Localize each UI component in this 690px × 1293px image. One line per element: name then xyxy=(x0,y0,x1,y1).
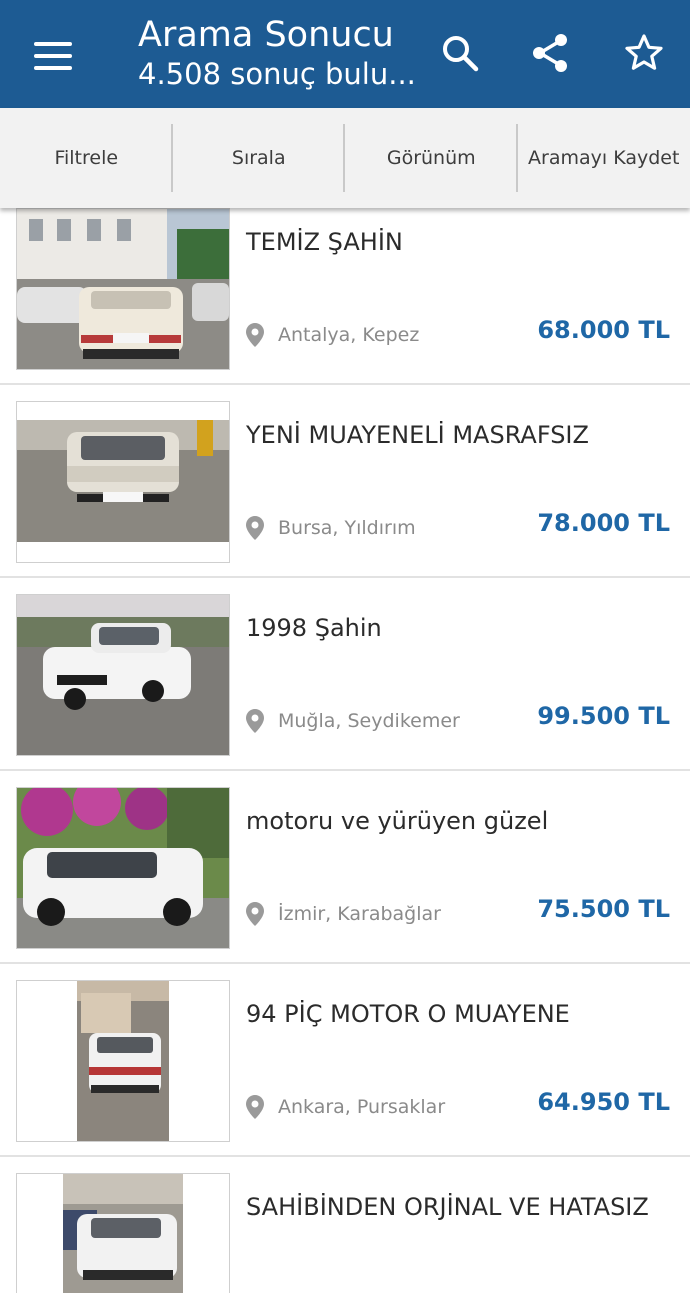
star-icon[interactable] xyxy=(624,33,664,73)
location-text: Ankara, Pursaklar xyxy=(278,1096,446,1118)
title-block: Arama Sonucu 4.508 sonuç bulu... xyxy=(138,14,428,92)
list-item[interactable]: 94 PİÇ MOTOR O MUAYENE Ankara, Pursaklar… xyxy=(0,964,690,1157)
listing-title: YENİ MUAYENELİ MASRAFSIZ xyxy=(246,421,589,449)
location-text: Antalya, Kepez xyxy=(278,324,420,346)
listing-title: TEMİZ ŞAHİN xyxy=(246,228,403,256)
list-item[interactable]: YENİ MUAYENELİ MASRAFSIZ Bursa, Yıldırım… xyxy=(0,385,690,578)
action-bar: Filtrele Sırala Görünüm Aramayı Kaydet xyxy=(0,108,690,208)
tab-view[interactable]: Görünüm xyxy=(345,108,518,208)
listing-photo[interactable] xyxy=(16,980,230,1142)
tab-label: Görünüm xyxy=(386,147,476,169)
location-text: Muğla, Seydikemer xyxy=(278,710,460,732)
listing-price: 64.950 TL xyxy=(537,1088,670,1116)
location-pin-icon xyxy=(246,902,264,926)
location-text: Bursa, Yıldırım xyxy=(278,517,416,539)
listing-location: Muğla, Seydikemer xyxy=(246,709,460,733)
tab-label: Sırala xyxy=(231,147,286,169)
location-pin-icon xyxy=(246,323,264,347)
listing-location: Antalya, Kepez xyxy=(246,323,419,347)
listing-price: 68.000 TL xyxy=(537,316,670,344)
listing-photo[interactable] xyxy=(16,401,230,563)
list-item[interactable]: motoru ve yürüyen güzel İzmir, Karabağla… xyxy=(0,771,690,964)
listing-location: Bursa, Yıldırım xyxy=(246,516,416,540)
search-icon[interactable] xyxy=(440,33,480,73)
app-bar: Arama Sonucu 4.508 sonuç bulu... xyxy=(0,0,690,108)
listing-price: 99.500 TL xyxy=(537,702,670,730)
page-title: Arama Sonucu xyxy=(138,15,394,55)
tab-save-search[interactable]: Aramayı Kaydet xyxy=(518,108,690,208)
listing-title: 94 PİÇ MOTOR O MUAYENE xyxy=(246,1000,570,1028)
listing-title: motoru ve yürüyen güzel xyxy=(246,807,549,835)
listing-photo[interactable] xyxy=(16,594,230,756)
location-pin-icon xyxy=(246,1095,264,1119)
list-item[interactable]: TEMİZ ŞAHİN Antalya, Kepez 68.000 TL xyxy=(0,208,690,385)
listing-price: 78.000 TL xyxy=(537,509,670,537)
listing-price: 75.500 TL xyxy=(537,895,670,923)
listing-photo[interactable] xyxy=(16,1173,230,1293)
share-icon[interactable] xyxy=(530,33,570,73)
tab-sort[interactable]: Sırala xyxy=(173,108,345,208)
listing-location: İzmir, Karabağlar xyxy=(246,902,441,926)
tab-filter[interactable]: Filtrele xyxy=(0,108,173,208)
listing-photo[interactable] xyxy=(16,208,230,370)
location-pin-icon xyxy=(246,516,264,540)
result-count: 4.508 sonuç bulu... xyxy=(138,57,416,91)
listing-title: SAHİBİNDEN ORJİNAL VE HATASIZ xyxy=(246,1193,649,1221)
tab-label: Aramayı Kaydet xyxy=(528,147,680,169)
menu-icon[interactable] xyxy=(34,40,72,72)
listing-list: TEMİZ ŞAHİN Antalya, Kepez 68.000 TL YEN… xyxy=(0,208,690,1293)
list-item[interactable]: 1998 Şahin Muğla, Seydikemer 99.500 TL xyxy=(0,578,690,771)
location-pin-icon xyxy=(246,709,264,733)
list-item[interactable]: SAHİBİNDEN ORJİNAL VE HATASIZ xyxy=(0,1157,690,1293)
location-text: İzmir, Karabağlar xyxy=(278,903,441,925)
listing-photo[interactable] xyxy=(16,787,230,949)
listing-location: Ankara, Pursaklar xyxy=(246,1095,445,1119)
listing-title: 1998 Şahin xyxy=(246,614,382,642)
tab-label: Filtrele xyxy=(54,147,119,169)
